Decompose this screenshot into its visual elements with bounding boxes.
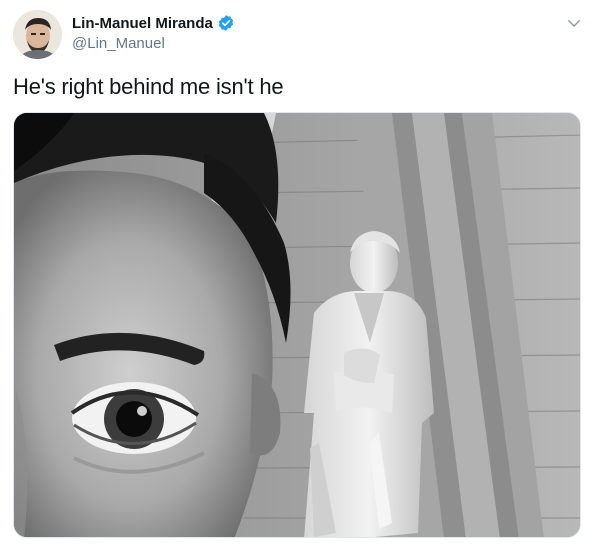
tweet-text: He's right behind me isn't he bbox=[13, 74, 284, 99]
author-handle[interactable]: @Lin_Manuel bbox=[72, 35, 235, 52]
author-display-name[interactable]: Lin-Manuel Miranda bbox=[72, 15, 213, 32]
author-name-row: Lin-Manuel Miranda bbox=[72, 12, 235, 34]
tweet-card[interactable]: Lin-Manuel Miranda @Lin_Manuel He's righ… bbox=[0, 0, 595, 553]
chevron-down-icon[interactable] bbox=[565, 14, 583, 32]
author-block: Lin-Manuel Miranda @Lin_Manuel bbox=[72, 12, 235, 52]
verified-badge-icon bbox=[218, 15, 233, 31]
author-avatar[interactable] bbox=[13, 10, 62, 59]
tweet-photo[interactable] bbox=[13, 112, 581, 538]
person-avatar-icon bbox=[13, 10, 62, 59]
photo-image bbox=[14, 113, 580, 537]
